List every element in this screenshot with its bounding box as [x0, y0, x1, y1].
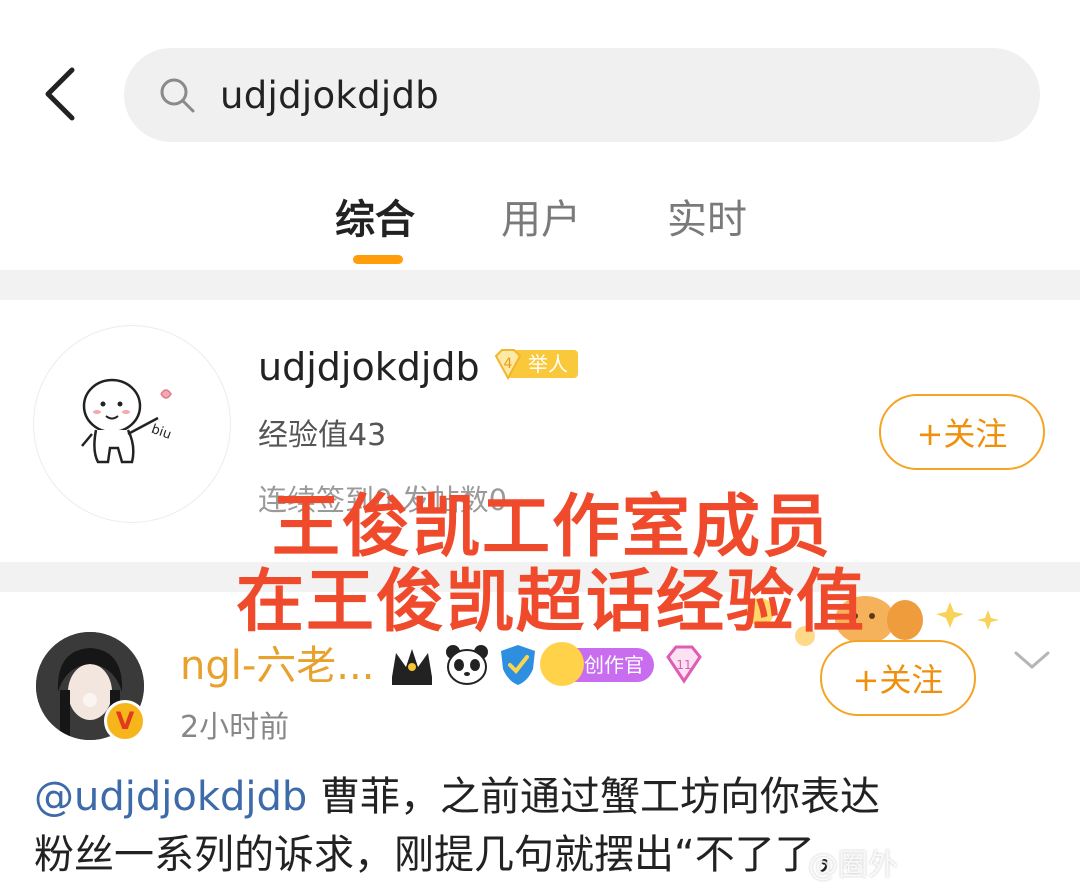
user-avatar[interactable]: biu: [33, 325, 231, 523]
post-text-line1: 曹菲，之前通过蟹工坊向你表达: [307, 774, 880, 820]
post-timestamp: 2小时前: [180, 710, 290, 745]
watermark: @圈外: [808, 848, 898, 883]
creator-badge: 创作官: [540, 642, 654, 686]
tab-active-indicator: [353, 255, 403, 264]
tab-bar: 综合 用户 实时: [0, 180, 1080, 270]
chevron-left-icon: [45, 67, 75, 121]
poster-badges: 创作官 11: [388, 640, 706, 690]
follow-poster-button[interactable]: +关注: [820, 640, 976, 716]
tab-realtime[interactable]: 实时: [667, 190, 747, 250]
search-icon: [160, 78, 195, 113]
user-name[interactable]: udjdjokdjdb: [258, 342, 480, 392]
overlay-caption-line2: 在王俊凯超话经验值: [236, 563, 867, 642]
level-diamond-icon: 4: [492, 348, 524, 381]
verified-badge: V: [104, 700, 146, 742]
search-header: [0, 0, 1080, 160]
section-divider: [0, 270, 1080, 300]
follow-user-button[interactable]: +关注: [879, 394, 1045, 470]
mention-link[interactable]: @udjdjokdjdb: [34, 774, 307, 820]
chevron-down-icon[interactable]: [1012, 645, 1052, 675]
post-text-line2: 粉丝一系列的诉求，刚提几句就摆出“不了了，: [34, 832, 855, 878]
back-button[interactable]: [30, 62, 90, 126]
diamond-level-icon: 11: [666, 645, 702, 684]
search-input[interactable]: [220, 66, 980, 124]
experience-value: 经验值43: [258, 418, 387, 453]
svg-text:11: 11: [676, 658, 691, 672]
svg-text:biu: biu: [149, 422, 173, 443]
avatar-image: biu: [81, 378, 173, 464]
creator-mascot-icon: [540, 642, 584, 686]
search-box[interactable]: [124, 48, 1040, 142]
post-content: @udjdjokdjdb 曹菲，之前通过蟹工坊向你表达 粉丝一系列的诉求，刚提几…: [34, 768, 1054, 884]
level-badge: 4 举人: [492, 348, 578, 381]
overlay-caption-line1: 王俊凯工作室成员: [272, 488, 833, 567]
shield-icon: [501, 645, 535, 685]
crown-icon: [392, 649, 432, 685]
tab-comprehensive[interactable]: 综合: [335, 190, 415, 250]
svg-text:4: 4: [504, 356, 513, 372]
panda-icon: [446, 645, 488, 685]
poster-name[interactable]: ngl-六老...: [180, 638, 374, 694]
tab-users[interactable]: 用户: [501, 190, 581, 250]
